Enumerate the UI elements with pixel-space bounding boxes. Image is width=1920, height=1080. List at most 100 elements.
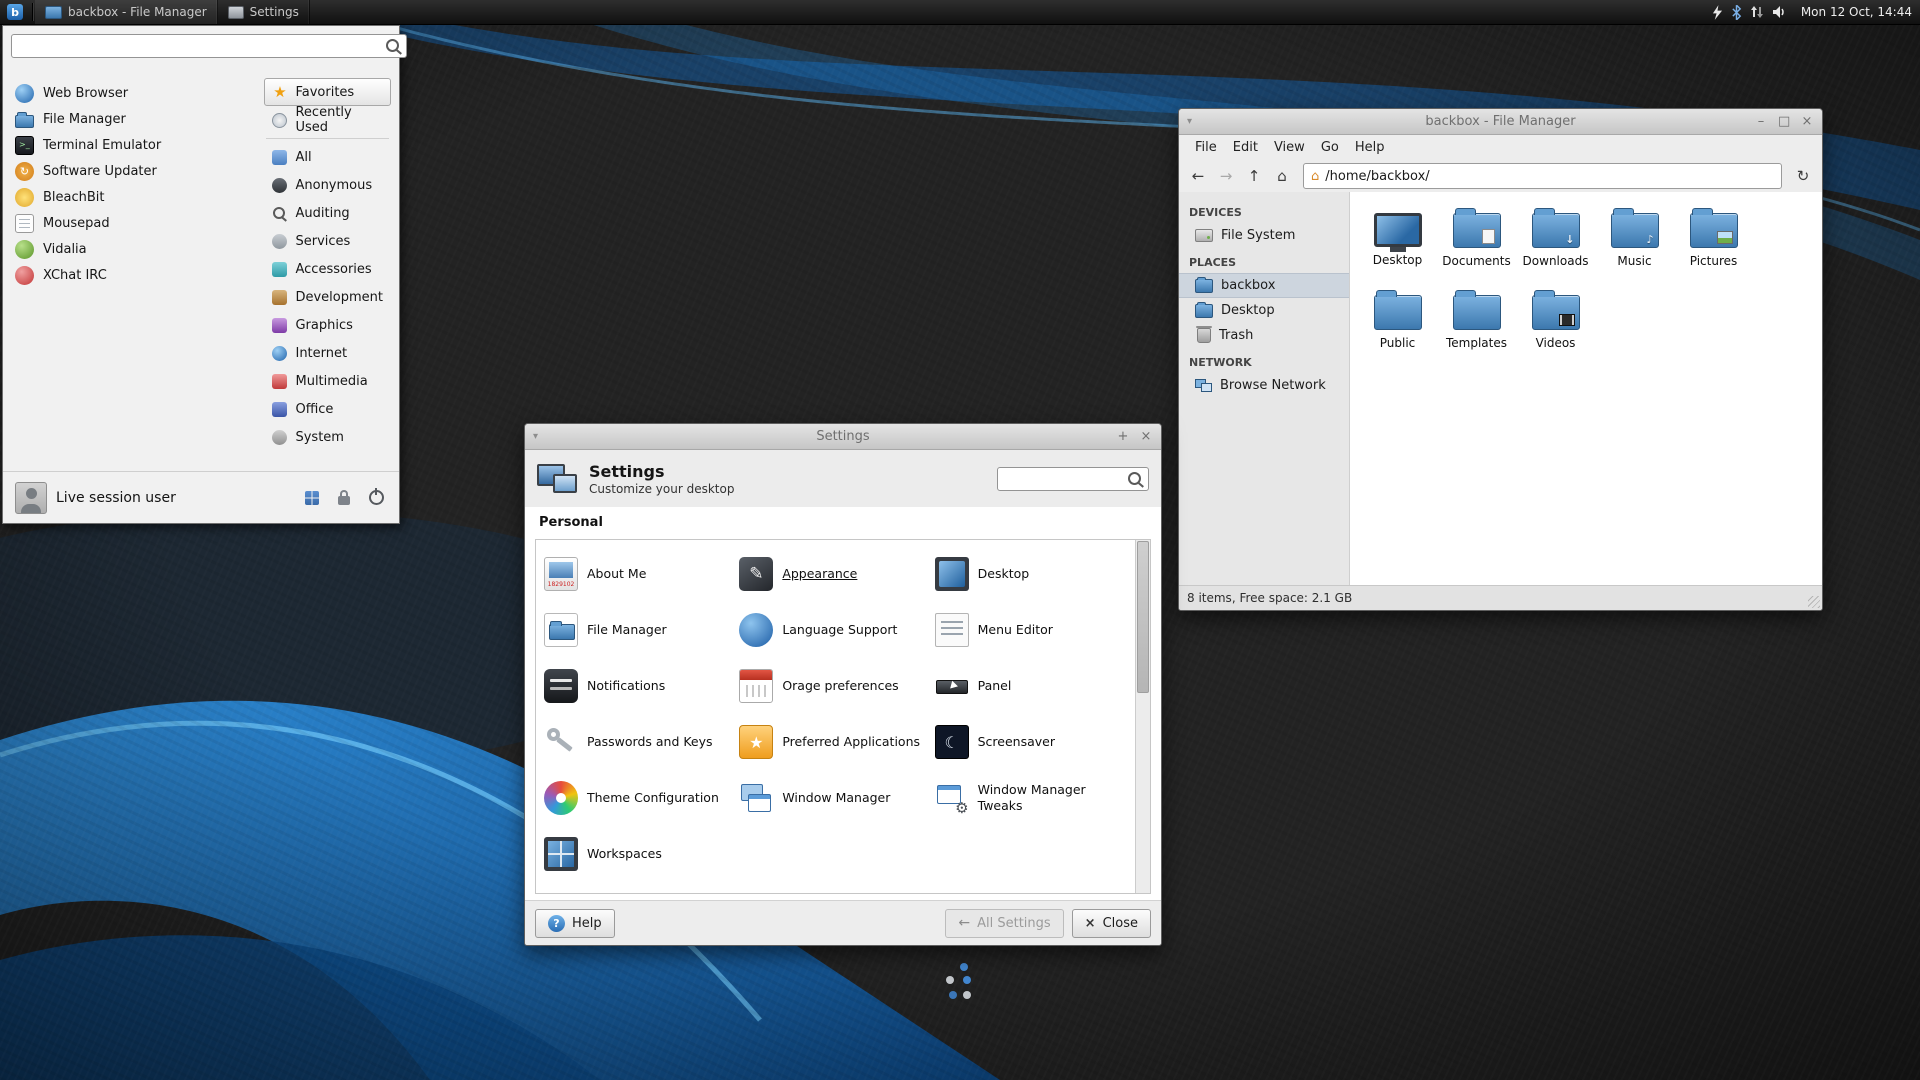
up-button[interactable]: ↑ (1241, 163, 1267, 189)
folder-templates[interactable]: Templates (1437, 286, 1516, 368)
sidebar-item-browse-network[interactable]: Browse Network (1179, 373, 1349, 398)
file-manager-titlebar[interactable]: ▾ backbox - File Manager – □ × (1179, 109, 1822, 135)
settings-item-window-manager-tweaks[interactable]: Window Manager Tweaks (935, 770, 1130, 826)
preferred-applications-icon (739, 725, 773, 759)
lock-screen-button[interactable] (333, 487, 355, 509)
scrollbar-thumb[interactable] (1137, 541, 1149, 693)
back-button[interactable]: ← (1185, 163, 1211, 189)
logout-button[interactable] (365, 487, 387, 509)
category-multimedia[interactable]: Multimedia (264, 367, 391, 395)
settings-item-screensaver[interactable]: Screensaver (935, 714, 1130, 770)
help-button[interactable]: ? Help (535, 909, 615, 938)
category-auditing[interactable]: Auditing (264, 199, 391, 227)
folder-music[interactable]: ♪ Music (1595, 204, 1674, 286)
menu-view[interactable]: View (1266, 138, 1313, 157)
launcher-icon[interactable] (1712, 5, 1723, 20)
settings-item-panel[interactable]: Panel (935, 658, 1130, 714)
videos-folder-icon (1532, 295, 1580, 330)
settings-item-window-manager[interactable]: Window Manager (739, 770, 934, 826)
home-button[interactable]: ⌂ (1269, 163, 1295, 189)
menu-file[interactable]: File (1187, 138, 1225, 157)
clock[interactable]: Mon 12 Oct, 14:44 (1801, 5, 1912, 19)
settings-item-file-manager[interactable]: File Manager (544, 602, 739, 658)
window-shade-icon[interactable]: ▾ (533, 431, 538, 442)
category-all[interactable]: All (264, 143, 391, 171)
settings-item-preferred-applications[interactable]: Preferred Applications (739, 714, 934, 770)
trash-icon (1197, 328, 1211, 343)
minimize-button[interactable]: – (1755, 114, 1767, 129)
settings-item-theme-configuration[interactable]: Theme Configuration (544, 770, 739, 826)
menu-app-xchat-irc[interactable]: XChat IRC (11, 262, 256, 288)
taskbar-item-file-manager[interactable]: backbox - File Manager (35, 0, 218, 24)
folder-documents[interactable]: Documents (1437, 204, 1516, 286)
menu-app-terminal-emulator[interactable]: Terminal Emulator (11, 132, 256, 158)
close-button[interactable]: × Close (1072, 909, 1151, 938)
settings-manager-button[interactable] (301, 487, 323, 509)
accessories-icon (272, 262, 287, 277)
sidebar-item-desktop[interactable]: Desktop (1179, 298, 1349, 323)
all-settings-button[interactable]: ← All Settings (945, 909, 1063, 938)
settings-titlebar[interactable]: ▾ Settings + × (525, 424, 1161, 450)
menu-edit[interactable]: Edit (1225, 138, 1266, 157)
sidebar-item-backbox[interactable]: backbox (1179, 273, 1349, 298)
menu-search-input[interactable] (11, 34, 407, 58)
close-button[interactable]: × (1801, 114, 1813, 129)
category-recently-used[interactable]: Recently Used (264, 106, 391, 134)
settings-icon (228, 6, 244, 19)
window-manager-tweaks-icon (935, 781, 969, 815)
settings-heading: Settings (589, 462, 734, 481)
resize-grip[interactable] (1808, 596, 1820, 608)
settings-item-appearance[interactable]: Appearance (739, 546, 934, 602)
settings-item-desktop[interactable]: Desktop (935, 546, 1130, 602)
settings-item-workspaces[interactable]: Workspaces (544, 826, 739, 882)
close-button[interactable]: × (1140, 429, 1152, 444)
menu-app-mousepad[interactable]: Mousepad (11, 210, 256, 236)
menu-go[interactable]: Go (1313, 138, 1347, 157)
folder-pictures[interactable]: Pictures (1674, 204, 1753, 286)
bluetooth-icon[interactable] (1731, 5, 1742, 20)
menu-app-file-manager[interactable]: File Manager (11, 106, 256, 132)
menu-help[interactable]: Help (1347, 138, 1393, 157)
taskbar-item-settings[interactable]: Settings (218, 0, 310, 24)
forward-button[interactable]: → (1213, 163, 1239, 189)
category-internet[interactable]: Internet (264, 339, 391, 367)
category-favorites[interactable]: ★ Favorites (264, 78, 391, 106)
settings-search-input[interactable] (997, 467, 1149, 491)
path-text: /home/backbox/ (1325, 169, 1429, 184)
folder-downloads[interactable]: ↓ Downloads (1516, 204, 1595, 286)
window-shade-icon[interactable]: ▾ (1187, 116, 1192, 127)
status-bar: 8 items, Free space: 2.1 GB (1179, 585, 1822, 610)
path-bar[interactable]: ⌂ /home/backbox/ (1303, 163, 1782, 189)
category-services[interactable]: Services (264, 227, 391, 255)
category-accessories[interactable]: Accessories (264, 255, 391, 283)
sidebar-item-trash[interactable]: Trash (1179, 323, 1349, 348)
category-system[interactable]: System (264, 423, 391, 451)
settings-item-menu-editor[interactable]: Menu Editor (935, 602, 1130, 658)
volume-icon[interactable] (1772, 5, 1787, 19)
settings-item-passwords-and-keys[interactable]: Passwords and Keys (544, 714, 739, 770)
maximize-button[interactable]: □ (1778, 114, 1790, 129)
menu-app-bleachbit[interactable]: BleachBit (11, 184, 256, 210)
folder-videos[interactable]: Videos (1516, 286, 1595, 368)
desktop-icon (935, 557, 969, 591)
settings-item-orage-preferences[interactable]: Orage preferences (739, 658, 934, 714)
category-office[interactable]: Office (264, 395, 391, 423)
category-graphics[interactable]: Graphics (264, 311, 391, 339)
menu-app-web-browser[interactable]: Web Browser (11, 80, 256, 106)
network-icon (1195, 379, 1212, 392)
settings-item-language-support[interactable]: Language Support (739, 602, 934, 658)
category-anonymous[interactable]: Anonymous (264, 171, 391, 199)
settings-item-about-me[interactable]: 1829102 About Me (544, 546, 739, 602)
network-icon[interactable] (1750, 5, 1764, 19)
sidebar-item-file-system[interactable]: File System (1179, 223, 1349, 248)
settings-item-notifications[interactable]: Notifications (544, 658, 739, 714)
reload-button[interactable]: ↻ (1790, 163, 1816, 189)
folder-desktop[interactable]: Desktop (1358, 204, 1437, 286)
maximize-button[interactable]: + (1117, 429, 1129, 444)
applications-menu-button[interactable]: b (0, 0, 30, 24)
category-development[interactable]: Development (264, 283, 391, 311)
scrollbar[interactable] (1135, 540, 1150, 893)
menu-app-software-updater[interactable]: Software Updater (11, 158, 256, 184)
folder-public[interactable]: Public (1358, 286, 1437, 368)
menu-app-vidalia[interactable]: Vidalia (11, 236, 256, 262)
